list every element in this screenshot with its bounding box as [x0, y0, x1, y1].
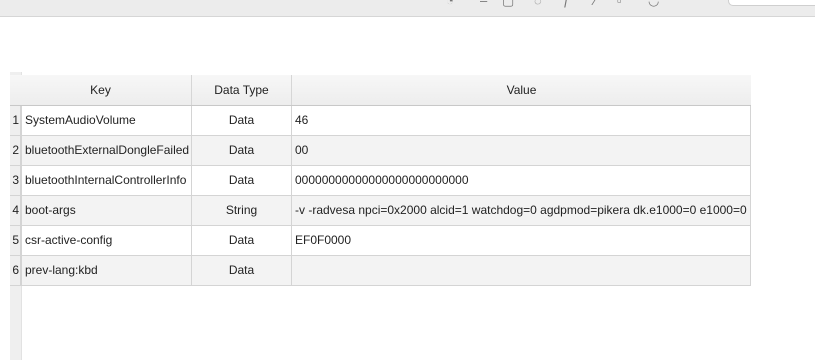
value-cell[interactable]	[292, 256, 751, 285]
type-cell[interactable]: Data	[192, 136, 292, 165]
search-input[interactable]	[728, 0, 815, 6]
type-cell[interactable]: Data	[192, 226, 292, 255]
table-row[interactable]: 4 boot-args String -v -radvesa npci=0x20…	[10, 196, 751, 226]
row-number: 6	[10, 256, 21, 285]
column-header-key[interactable]: Key	[10, 75, 192, 105]
key-cell[interactable]: bluetoothExternalDongleFailed	[21, 136, 192, 165]
table-row[interactable]: 6 prev-lang:kbd Data	[10, 256, 751, 286]
row-number: 1	[10, 106, 21, 135]
value-cell[interactable]: 00	[292, 136, 751, 165]
type-cell[interactable]: Data	[192, 256, 292, 285]
key-cell[interactable]: SystemAudioVolume	[21, 106, 192, 135]
table-row[interactable]: 3 bluetoothInternalControllerInfo Data 0…	[10, 166, 751, 196]
column-header-data-type[interactable]: Data Type	[192, 75, 292, 105]
pen-icon[interactable]: ⁄	[594, 0, 596, 8]
table-body: 1 SystemAudioVolume Data 46 2 bluetoothE…	[10, 106, 751, 286]
content-spacer	[0, 17, 815, 72]
row-number: 3	[10, 166, 21, 195]
type-cell[interactable]: String	[192, 196, 292, 225]
key-cell[interactable]: csr-active-config	[21, 226, 192, 255]
value-cell[interactable]: 00000000000000000000000000	[292, 166, 751, 195]
table-row[interactable]: 2 bluetoothExternalDongleFailed Data 00	[10, 136, 751, 166]
plist-table: Key Data Type Value 1 SystemAudioVolume …	[0, 72, 815, 360]
table-header: Key Data Type Value	[10, 75, 751, 106]
type-cell[interactable]: Data	[192, 166, 292, 195]
key-cell[interactable]: bluetoothInternalControllerInfo	[21, 166, 192, 195]
table-row[interactable]: 1 SystemAudioVolume Data 46	[10, 106, 751, 136]
value-cell[interactable]: 46	[292, 106, 751, 135]
grid-icon[interactable]: ▢	[502, 0, 514, 8]
toolbar: ◔ – ▢ ◌ ƒ ⁄ ▫ ◡	[0, 0, 815, 17]
row-number: 4	[10, 196, 21, 225]
value-cell[interactable]: EF0F0000	[292, 226, 751, 255]
share-icon[interactable]: ◡	[648, 0, 659, 8]
key-cell[interactable]: boot-args	[21, 196, 192, 225]
doc-icon[interactable]: ▫	[617, 0, 622, 8]
minus-icon[interactable]: –	[480, 0, 487, 8]
zoom-icon[interactable]: ◔	[446, 0, 454, 8]
type-cell[interactable]: Data	[192, 106, 292, 135]
key-cell[interactable]: prev-lang:kbd	[21, 256, 192, 285]
refresh-icon[interactable]: ◌	[534, 0, 542, 8]
row-number: 5	[10, 226, 21, 255]
row-number: 2	[10, 136, 21, 165]
table-row[interactable]: 5 csr-active-config Data EF0F0000	[10, 226, 751, 256]
column-header-value[interactable]: Value	[292, 75, 751, 105]
script-icon[interactable]: ƒ	[563, 0, 570, 8]
value-cell[interactable]: -v -radvesa npci=0x2000 alcid=1 watchdog…	[292, 196, 751, 225]
